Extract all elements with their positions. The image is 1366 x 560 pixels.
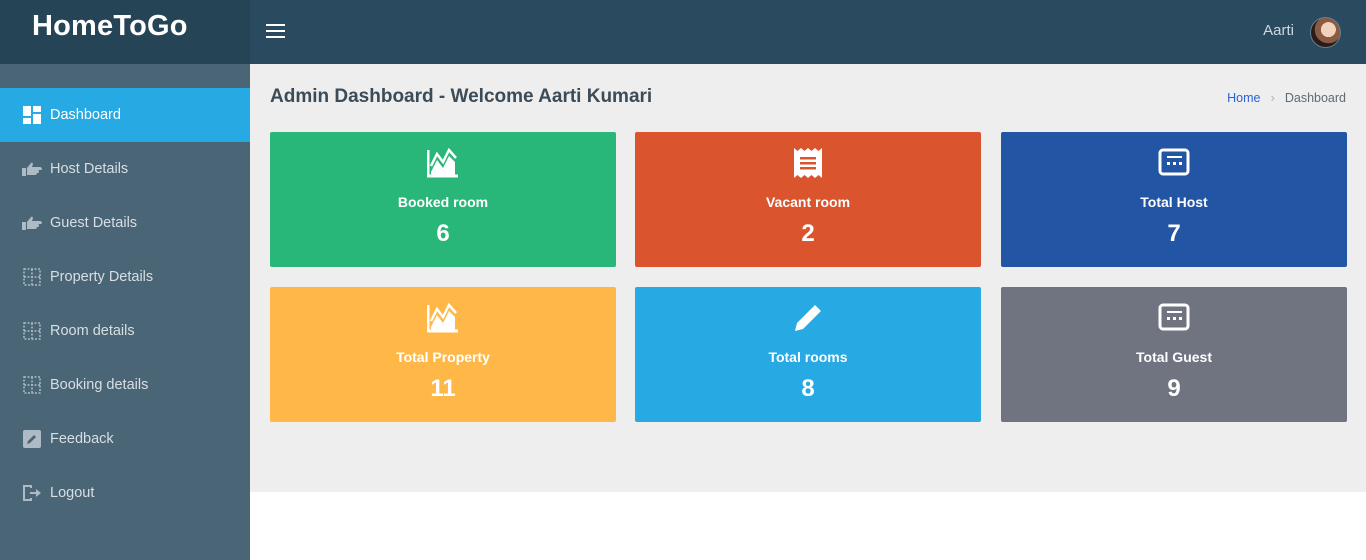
pencil-icon	[635, 303, 981, 337]
chart-icon	[270, 303, 616, 337]
grid-icon	[22, 375, 42, 395]
sidebar-item-logout[interactable]: Logout	[0, 466, 250, 520]
card-booked-room[interactable]: Booked room 6	[270, 132, 616, 267]
chart-icon	[270, 148, 616, 182]
card-value: 9	[1167, 375, 1181, 402]
receipt-icon	[635, 148, 981, 182]
card-value: 8	[801, 375, 815, 402]
screen-icon	[1001, 148, 1347, 182]
card-total-property[interactable]: Total Property 11	[270, 287, 616, 422]
card-label: Total Host	[1140, 194, 1208, 210]
sidebar-item-room-details[interactable]: Room details	[0, 304, 250, 358]
hand-point-icon	[22, 213, 42, 233]
grid-icon	[22, 321, 42, 341]
sidebar-item-feedback[interactable]: Feedback	[0, 412, 250, 466]
sidebar-item-label: Booking details	[50, 377, 149, 393]
sidebar-item-property-details[interactable]: Property Details	[0, 250, 250, 304]
card-total-guest[interactable]: Total Guest 9	[1001, 287, 1347, 422]
avatar[interactable]	[1310, 17, 1341, 48]
sidebar-item-label: Room details	[50, 323, 135, 339]
card-label: Total Guest	[1136, 349, 1212, 365]
sidebar-item-booking-details[interactable]: Booking details	[0, 358, 250, 412]
card-vacant-room[interactable]: Vacant room 2	[635, 132, 981, 267]
edit-icon	[22, 429, 42, 449]
brand-logo-text[interactable]: HomeToGo	[32, 10, 188, 43]
sidebar: Dashboard Host Details Guest Details Pro…	[0, 64, 250, 560]
top-navbar: HomeToGo Aarti	[0, 0, 1366, 64]
sidebar-item-label: Feedback	[50, 431, 114, 447]
sidebar-item-label: Property Details	[50, 269, 154, 285]
card-value: 7	[1167, 220, 1181, 247]
user-name[interactable]: Aarti	[1263, 22, 1294, 39]
logout-icon	[22, 483, 42, 503]
card-label: Booked room	[397, 194, 489, 210]
hand-point-icon	[22, 159, 42, 179]
breadcrumb-current: Dashboard	[1284, 90, 1346, 105]
brand-area[interactable]: HomeToGo	[0, 0, 250, 64]
card-label: Total rooms	[768, 349, 848, 365]
card-label: Vacant room	[765, 194, 851, 210]
sidebar-item-label: Guest Details	[50, 215, 138, 231]
dashboard-icon	[22, 105, 42, 125]
card-value: 11	[430, 375, 456, 402]
sidebar-item-label: Dashboard	[50, 107, 121, 123]
main-content: Admin Dashboard - Welcome Aarti Kumari H…	[250, 64, 1366, 492]
sidebar-item-guest-details[interactable]: Guest Details	[0, 196, 250, 250]
card-label: Total Property	[396, 349, 490, 365]
sidebar-item-host-details[interactable]: Host Details	[0, 142, 250, 196]
sidebar-item-label: Host Details	[50, 161, 129, 177]
card-value: 2	[801, 220, 815, 247]
page-title: Admin Dashboard - Welcome Aarti Kumari	[270, 86, 653, 107]
grid-icon	[22, 267, 42, 287]
card-value: 6	[436, 220, 450, 247]
sidebar-item-dashboard[interactable]: Dashboard	[0, 88, 250, 142]
screen-icon	[1001, 303, 1347, 337]
card-total-rooms[interactable]: Total rooms 8	[635, 287, 981, 422]
card-total-host[interactable]: Total Host 7	[1001, 132, 1347, 267]
breadcrumb: Home › Dashboard	[1227, 90, 1346, 105]
chevron-right-icon: ›	[1270, 90, 1275, 105]
sidebar-item-label: Logout	[50, 485, 95, 501]
menu-toggle-icon[interactable]	[266, 24, 286, 40]
breadcrumb-home-link[interactable]: Home	[1227, 91, 1260, 105]
